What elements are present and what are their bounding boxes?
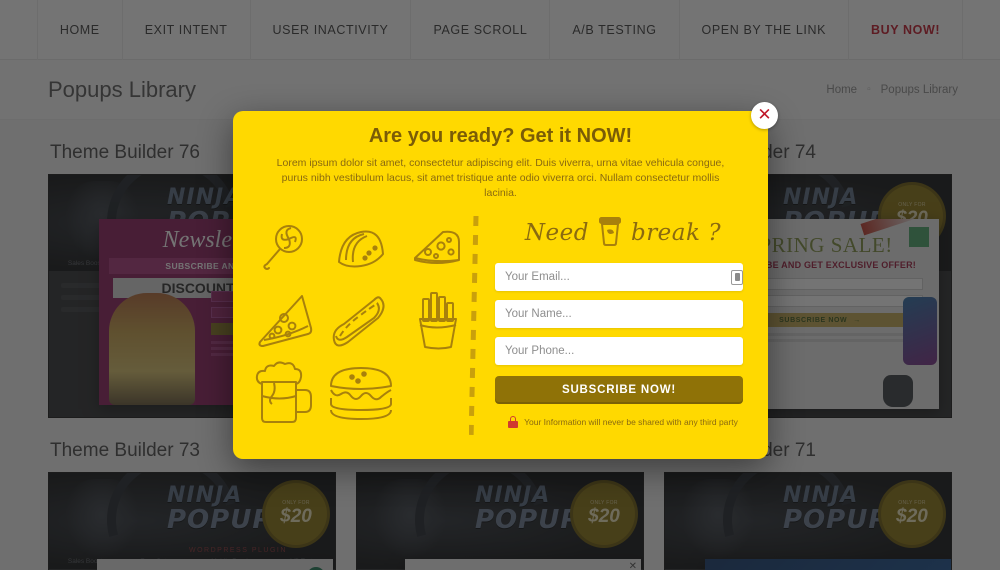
pizza-slice-icon bbox=[254, 290, 316, 352]
subscribe-form: Need break ? SUBSC bbox=[483, 212, 751, 452]
hotdog-icon bbox=[330, 292, 392, 350]
email-field-wrapper bbox=[495, 262, 751, 291]
food-artwork bbox=[233, 212, 483, 452]
cheese-icon bbox=[409, 226, 465, 270]
food-icon-grid bbox=[247, 212, 475, 430]
lock-icon bbox=[508, 415, 519, 428]
popup-description: Lorem ipsum dolor sit amet, consectetur … bbox=[276, 157, 725, 200]
popup-title: Are you ready? Get it NOW! bbox=[368, 125, 633, 147]
subscribe-button[interactable]: SUBSCRIBE NOW! bbox=[495, 375, 743, 404]
close-icon[interactable]: ✕ bbox=[751, 102, 778, 129]
phone-input[interactable] bbox=[495, 336, 743, 365]
form-heading: Need break ? bbox=[495, 216, 751, 251]
popup-body: Need break ? SUBSC bbox=[233, 202, 768, 452]
beer-mug-icon bbox=[252, 360, 318, 426]
dashed-divider bbox=[468, 215, 479, 440]
email-input[interactable] bbox=[495, 262, 743, 291]
privacy-note: Your Information will never be shared wi… bbox=[495, 415, 751, 428]
contact-card-icon[interactable] bbox=[731, 269, 743, 285]
page-root: HOME EXIT INTENT USER INACTIVITY PAGE SC… bbox=[0, 0, 1000, 570]
taco-icon bbox=[332, 224, 390, 272]
burger-icon bbox=[326, 364, 396, 422]
coffee-cup-icon bbox=[597, 216, 623, 251]
lollipop-icon bbox=[259, 222, 311, 274]
name-input[interactable] bbox=[495, 299, 743, 328]
privacy-text: Your Information will never be shared wi… bbox=[524, 416, 738, 427]
heading-word-after: break ? bbox=[630, 220, 722, 247]
fries-icon bbox=[409, 291, 465, 351]
heading-word-before: Need bbox=[524, 220, 589, 247]
subscribe-popup: ✕ Are you ready? Get it NOW! Lorem ipsum… bbox=[233, 102, 778, 459]
